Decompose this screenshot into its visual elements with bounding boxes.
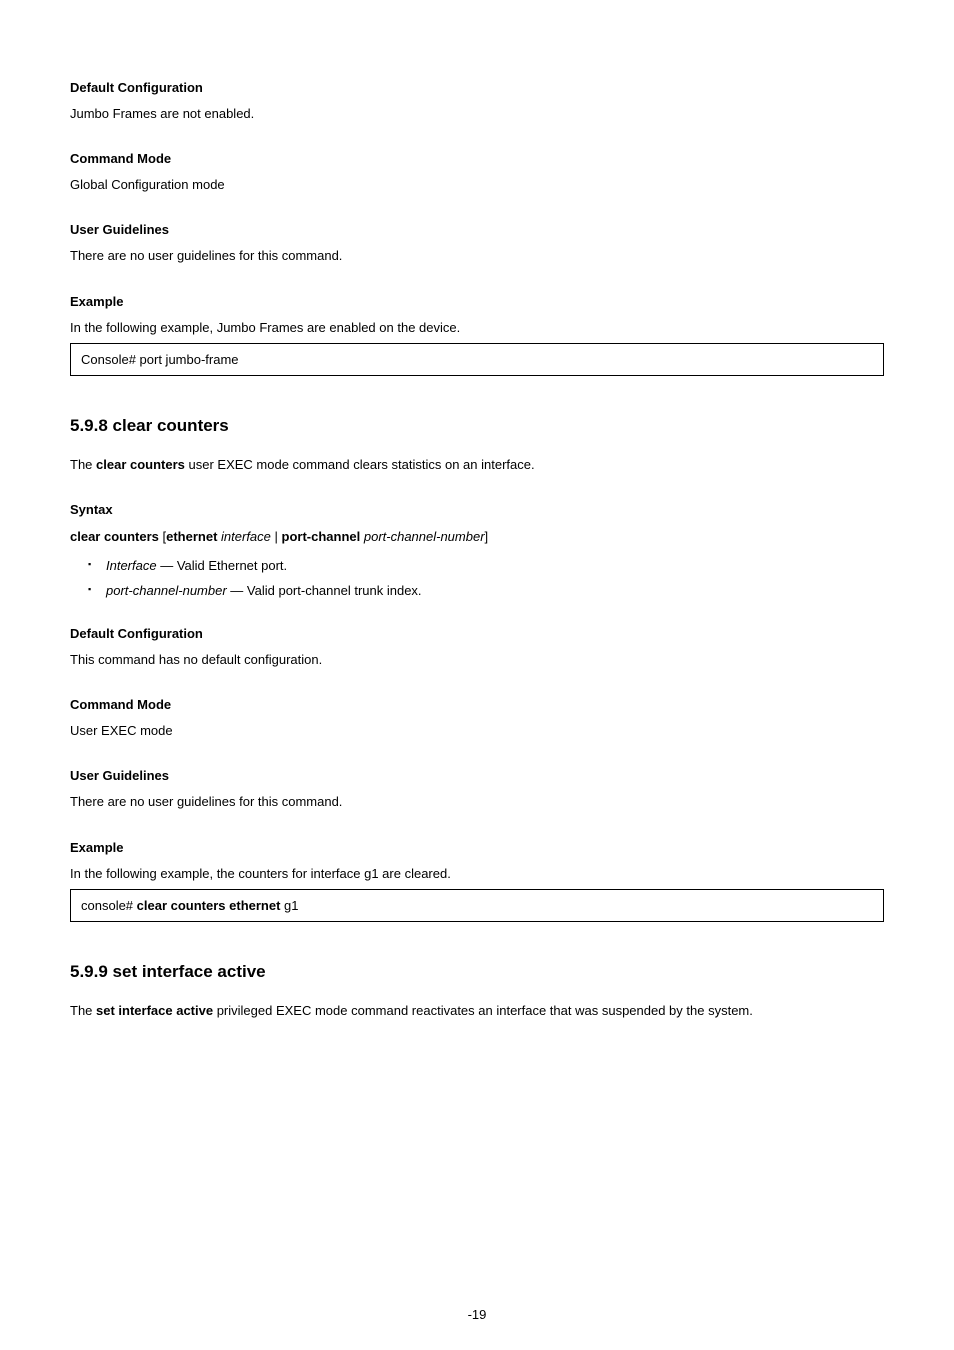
default-config-body-2: This command has no default configuratio… (70, 651, 884, 669)
syn-kw1: ethernet (166, 529, 221, 544)
clear-counters-desc: The clear counters user EXEC mode comman… (70, 457, 535, 472)
param-item-2: port-channel-number — Valid port-channel… (88, 583, 884, 598)
syntax-line: clear counters [ethernet interface | por… (70, 529, 884, 544)
user-guidelines-body-2: There are no user guidelines for this co… (70, 793, 884, 811)
param-1-label: Interface — (106, 558, 177, 573)
syn-arg2: port-channel-number (364, 529, 485, 544)
param-1-desc: Valid Ethernet port. (177, 558, 287, 573)
user-guidelines-body-1: There are no user guidelines for this co… (70, 247, 884, 265)
set-interface-active-title: 5.9.9 set interface active (70, 962, 884, 982)
user-guidelines-heading-2: User Guidelines (70, 768, 884, 783)
console-2-cmd: clear counters ethernet (137, 898, 284, 913)
syn-cmd: clear counters (70, 529, 163, 544)
example-body-1: In the following example, Jumbo Frames a… (70, 319, 884, 337)
syn-kw2: port-channel (282, 529, 364, 544)
console-2-pre: console# (81, 898, 137, 913)
example-body-2: In the following example, the counters f… (70, 865, 884, 883)
syn-pipe: | (275, 529, 282, 544)
param-2-desc: Valid port-channel trunk index. (247, 583, 422, 598)
example-heading-1: Example (70, 294, 884, 309)
command-mode-body-2: User EXEC mode (70, 722, 884, 740)
clear-counters-title: 5.9.8 clear counters (70, 416, 884, 436)
syn-arg1: interface (221, 529, 274, 544)
set-interface-desc: The set interface active privileged EXEC… (70, 1003, 753, 1018)
default-config-heading-2: Default Configuration (70, 626, 884, 641)
default-config-body-1: Jumbo Frames are not enabled. (70, 105, 884, 123)
syn-rb: ] (485, 529, 489, 544)
default-config-heading-1: Default Configuration (70, 80, 884, 95)
cc-post: user EXEC mode command clears statistics… (185, 457, 535, 472)
ss-post: privileged EXEC mode command reactivates… (213, 1003, 753, 1018)
ss-cmd: set interface active (96, 1003, 213, 1018)
user-guidelines-heading-1: User Guidelines (70, 222, 884, 237)
command-mode-body-1: Global Configuration mode (70, 176, 884, 194)
example-heading-2: Example (70, 840, 884, 855)
param-item-1: Interface — Valid Ethernet port. (88, 558, 884, 573)
page-number: -19 (0, 1307, 954, 1322)
ss-pre: The (70, 1003, 96, 1018)
console-box-1: Console# port jumbo-frame (70, 343, 884, 376)
console-box-2: console# clear counters ethernet g1 (70, 889, 884, 922)
cc-pre: The (70, 457, 96, 472)
command-mode-heading-1: Command Mode (70, 151, 884, 166)
param-list: Interface — Valid Ethernet port. port-ch… (70, 558, 884, 598)
syntax-heading: Syntax (70, 502, 884, 517)
console-2-arg: g1 (284, 898, 298, 913)
param-2-label: port-channel-number — (106, 583, 247, 598)
command-mode-heading-2: Command Mode (70, 697, 884, 712)
cc-cmd: clear counters (96, 457, 185, 472)
